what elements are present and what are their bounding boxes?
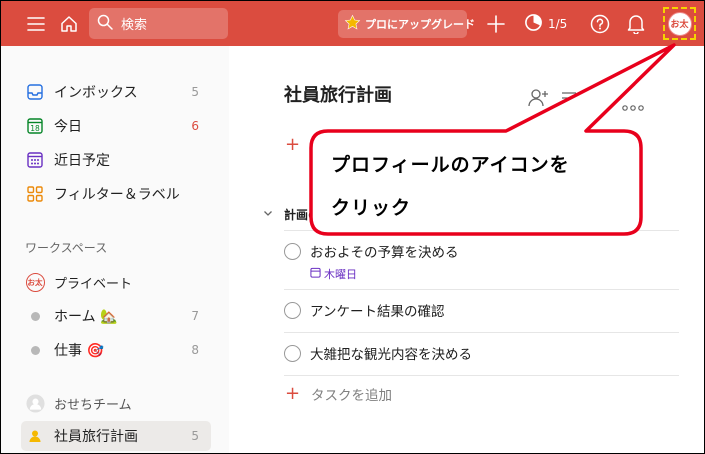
search-placeholder: 検索 xyxy=(121,18,148,33)
task-divider xyxy=(284,289,679,290)
view-options-icon[interactable] xyxy=(561,90,577,109)
sidebar-item-today[interactable]: 18 今日 6 xyxy=(21,111,211,141)
sidebar-item-label: 今日 xyxy=(54,119,82,135)
screenshot-frame: 検索 プロにアップグレード 1/5 お太 インボックス 5 18 今日 6 近日… xyxy=(0,0,705,454)
callout-line: プロフィールのアイコンを xyxy=(331,154,570,176)
sidebar-item-label: 近日予定 xyxy=(54,153,110,169)
home-icon[interactable] xyxy=(56,11,82,37)
task-row[interactable]: 大雑把な観光内容を決める xyxy=(284,343,472,363)
menu-icon[interactable] xyxy=(23,12,49,36)
person-icon xyxy=(25,426,45,446)
sidebar-item-label: フィルター＆ラベル xyxy=(54,187,180,203)
help-icon[interactable] xyxy=(587,11,613,37)
main-content: 社員旅行計画 + 計画の おおよその予算を決める 木曜日 アンケート結果の確認 … xyxy=(229,46,704,453)
section-header[interactable]: 計画の xyxy=(262,206,320,223)
sidebar-item-label: インボックス xyxy=(54,85,138,101)
task-row[interactable]: おおよその予算を決める xyxy=(284,241,459,261)
task-divider xyxy=(284,332,679,333)
project-dot-icon xyxy=(25,340,45,360)
task-row[interactable]: アンケート結果の確認 xyxy=(284,300,444,320)
sidebar-item-label: 仕事 🎯 xyxy=(54,343,104,359)
sidebar-item-trip-project[interactable]: 社員旅行計画 5 xyxy=(21,421,211,451)
inbox-icon xyxy=(25,82,45,102)
sidebar-item-team[interactable]: おせちチーム xyxy=(21,388,211,418)
sidebar-item-home-project[interactable]: ホーム 🏡 7 xyxy=(21,301,211,331)
svg-text:18: 18 xyxy=(30,124,40,133)
calendar-today-icon: 18 xyxy=(25,116,45,136)
section-title: 計画の xyxy=(284,208,321,222)
sidebar-item-count: 8 xyxy=(191,343,199,357)
sidebar-item-count: 5 xyxy=(191,429,199,443)
due-date: 木曜日 xyxy=(310,266,357,282)
sidebar-item-count: 6 xyxy=(191,119,199,133)
profile-avatar[interactable]: お太 xyxy=(667,11,692,36)
add-task-top-plus-icon[interactable]: + xyxy=(285,134,300,155)
share-person-add-icon[interactable] xyxy=(527,88,549,112)
sidebar-item-filters-labels[interactable]: フィルター＆ラベル xyxy=(21,179,211,209)
task-divider xyxy=(284,375,679,376)
sidebar-item-count: 5 xyxy=(191,85,199,99)
upgrade-label: プロにアップグレード xyxy=(365,18,475,31)
calendar-icon xyxy=(310,267,321,281)
sidebar-item-label: おせちチーム xyxy=(54,397,132,413)
sidebar: インボックス 5 18 今日 6 近日予定 フィルター＆ラベル ワークスペース … xyxy=(1,46,229,453)
productivity-count: 1/5 xyxy=(548,17,568,31)
callout-line: クリック xyxy=(331,197,412,219)
section-divider xyxy=(284,230,679,231)
sidebar-item-count: 7 xyxy=(191,309,199,323)
more-options-icon[interactable] xyxy=(622,96,644,115)
profile-avatar-highlight[interactable]: お太 xyxy=(663,7,696,40)
upgrade-button[interactable]: プロにアップグレード xyxy=(338,10,475,38)
notifications-bell-icon[interactable] xyxy=(623,11,649,37)
private-avatar-icon: お太 xyxy=(25,272,45,292)
add-task-button[interactable]: + タスクを追加 xyxy=(284,383,392,404)
top-bar: 検索 プロにアップグレード 1/5 お太 xyxy=(1,1,704,46)
sidebar-item-upcoming[interactable]: 近日予定 xyxy=(21,145,211,175)
task-title: アンケート結果の確認 xyxy=(310,304,445,320)
productivity-icon xyxy=(524,13,543,36)
workspace-heading: ワークスペース xyxy=(25,241,108,255)
page-title: 社員旅行計画 xyxy=(284,85,392,106)
project-dot-icon xyxy=(25,306,45,326)
sidebar-item-label: プライベート xyxy=(54,276,133,292)
filters-grid-icon xyxy=(25,184,45,204)
private-avatar: お太 xyxy=(25,272,45,292)
productivity-button[interactable]: 1/5 xyxy=(524,11,572,37)
callout-text: プロフィールのアイコンを クリック xyxy=(331,144,631,230)
star-icon xyxy=(344,14,361,35)
quick-add-icon[interactable] xyxy=(483,11,509,37)
task-title: 大雑把な観光内容を決める xyxy=(310,347,472,363)
task-checkbox[interactable] xyxy=(284,242,301,260)
sidebar-item-label: ホーム 🏡 xyxy=(54,309,118,325)
search-icon xyxy=(97,14,113,34)
sidebar-item-work-project[interactable]: 仕事 🎯 8 xyxy=(21,335,211,365)
chevron-down-icon[interactable] xyxy=(262,207,274,222)
task-checkbox[interactable] xyxy=(284,301,301,319)
search-input[interactable]: 検索 xyxy=(89,8,228,39)
calendar-upcoming-icon xyxy=(25,150,45,170)
sidebar-item-inbox[interactable]: インボックス 5 xyxy=(21,77,211,107)
team-avatar-icon xyxy=(25,393,45,413)
sidebar-item-private[interactable]: お太 プライベート xyxy=(21,267,211,297)
add-task-label: タスクを追加 xyxy=(311,387,392,404)
task-checkbox[interactable] xyxy=(284,344,301,362)
due-date-text: 木曜日 xyxy=(324,268,357,281)
plus-icon: + xyxy=(284,383,301,404)
sidebar-item-label: 社員旅行計画 xyxy=(54,429,138,445)
task-title: おおよその予算を決める xyxy=(310,245,459,261)
